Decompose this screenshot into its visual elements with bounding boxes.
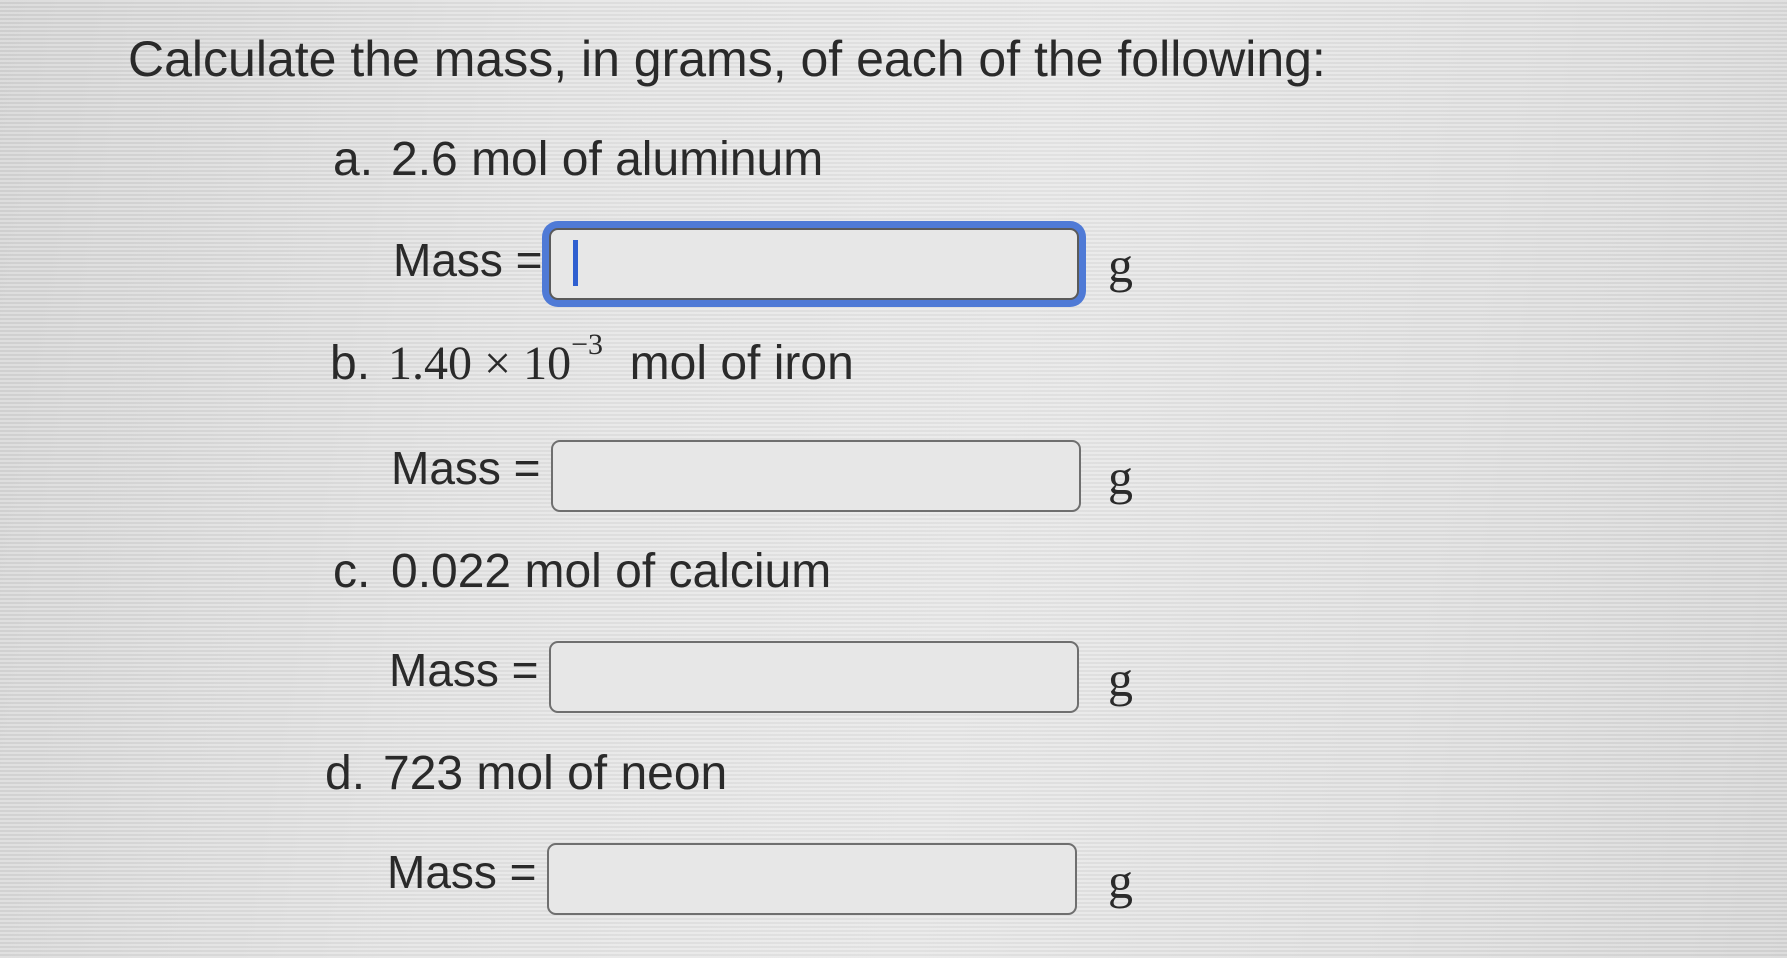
item-b-mass-label: Mass = [391,442,541,494]
item-d-unit: g [1108,853,1133,909]
item-c-text: 0.022 mol of calcium [391,545,832,598]
item-b-mass-input[interactable] [551,440,1081,512]
item-c-unit: g [1108,651,1133,707]
item-c-mass-input[interactable] [549,641,1079,713]
item-a-label: a. 2.6 mol of aluminum [333,132,823,187]
item-a-text: 2.6 mol of aluminum [391,133,824,186]
item-c-label: c. 0.022 mol of calcium [333,544,831,599]
item-b-exponent: −3 [571,328,603,361]
item-c-letter: c. [333,545,371,598]
text-caret [573,240,578,286]
item-b-text: mol of iron [629,337,854,390]
item-d-mass-label: Mass = [387,846,537,898]
item-c-mass-label: Mass = [389,644,539,696]
item-d-mass-input[interactable] [547,843,1077,915]
item-b-unit: g [1108,449,1133,505]
item-a-mass-label: Mass = [393,234,543,286]
item-d-letter: d. [325,747,366,800]
question-prompt: Calculate the mass, in grams, of each of… [128,31,1326,87]
item-b-letter: b. [330,337,371,390]
item-a-letter: a. [333,133,374,186]
item-a-mass-input[interactable] [549,228,1079,300]
item-b-coefficient: 1.40 × 10 [388,337,572,390]
item-a-unit: g [1108,237,1133,293]
item-d-label: d. 723 mol of neon [325,746,727,801]
item-b-label: b. 1.40 × 10−3 mol of iron [330,330,854,391]
item-d-text: 723 mol of neon [383,747,728,800]
